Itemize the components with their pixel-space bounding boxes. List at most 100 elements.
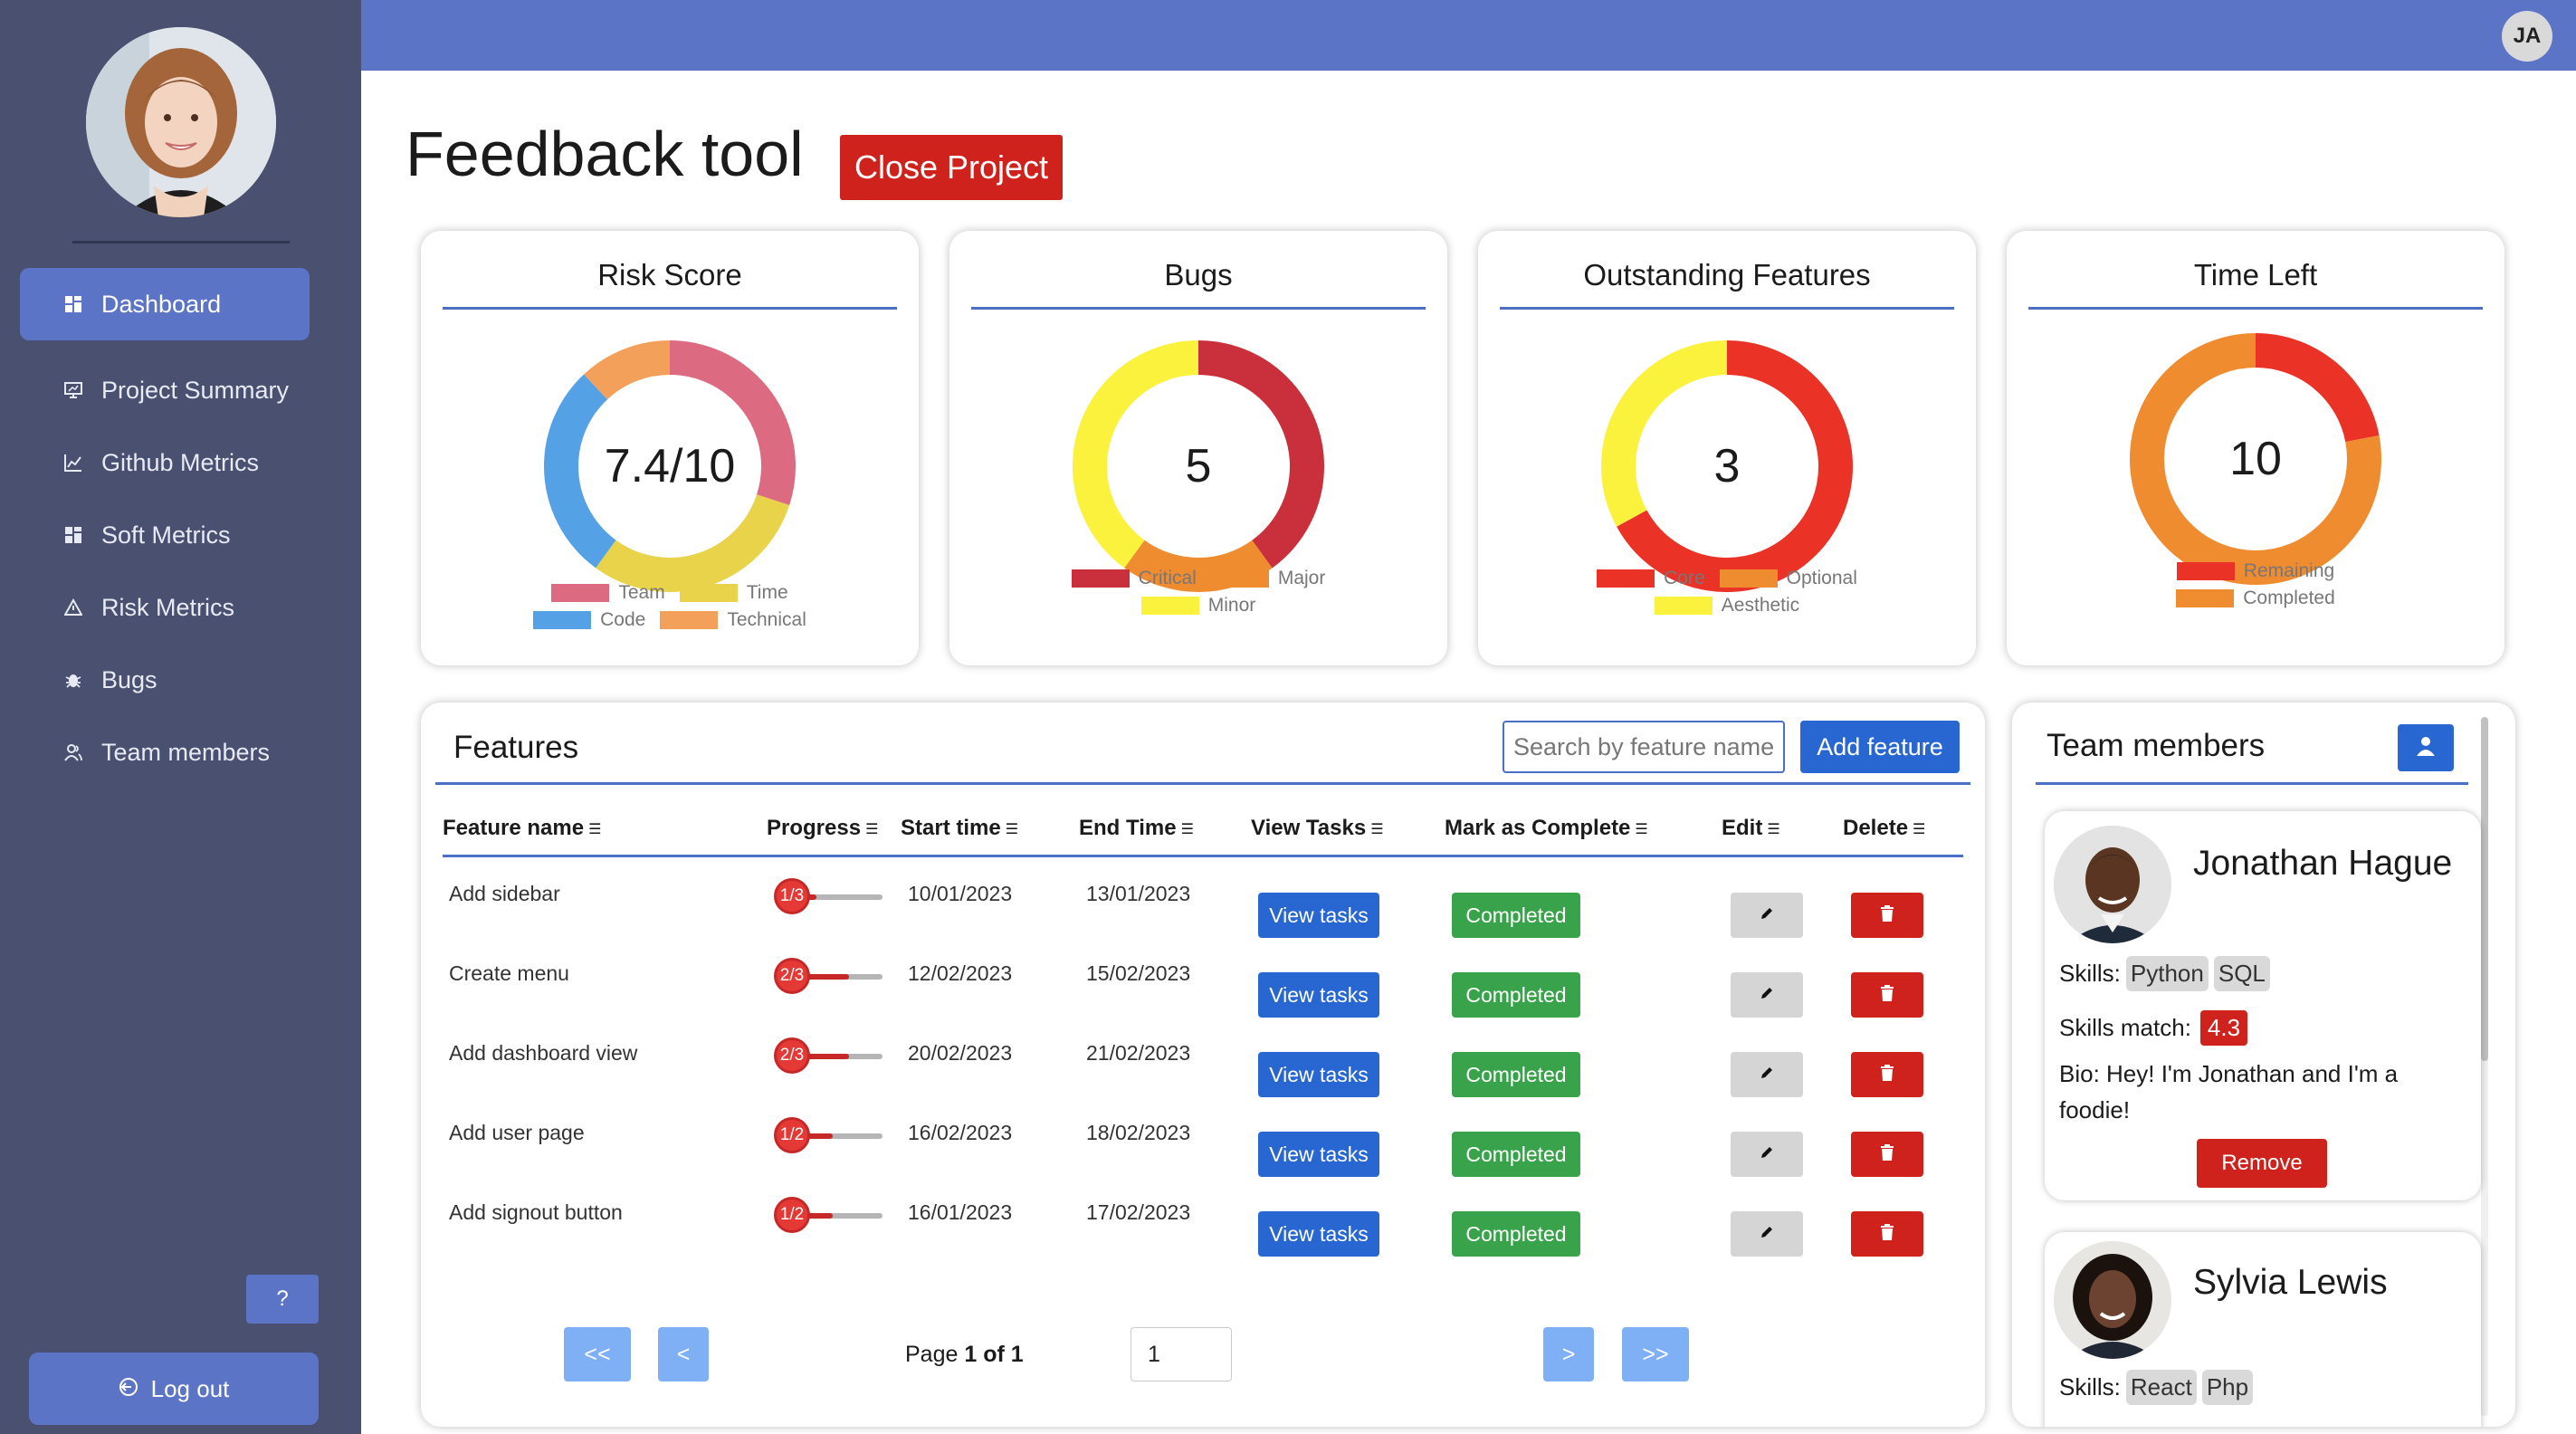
- feature-name: Create menu: [449, 961, 569, 985]
- col-header-view-tasks[interactable]: View Tasks ☰: [1251, 816, 1384, 841]
- legend-item: Technical: [660, 609, 806, 631]
- end-time: 15/02/2023: [1086, 961, 1191, 985]
- first-page-button[interactable]: <<: [564, 1327, 631, 1381]
- member-skills: Skills: React Php: [2059, 1370, 2254, 1405]
- mark-complete-button[interactable]: Completed: [1452, 1132, 1580, 1177]
- sidebar-item-label: Github Metrics: [101, 448, 260, 476]
- progress-indicator: 1/2: [774, 1117, 884, 1153]
- logout-button[interactable]: Log out: [29, 1353, 319, 1425]
- start-time: 16/01/2023: [908, 1200, 1013, 1224]
- legend-item: Completed: [2176, 588, 2335, 609]
- edit-button[interactable]: [1731, 893, 1803, 938]
- legend-item: Minor: [1140, 595, 1255, 617]
- delete-button[interactable]: [1851, 1211, 1923, 1257]
- edit-button[interactable]: [1731, 1211, 1803, 1257]
- end-time: 17/02/2023: [1086, 1200, 1191, 1224]
- col-header-feature-name[interactable]: Feature name ☰: [443, 816, 601, 841]
- sidebar-item-label: Team members: [101, 738, 271, 766]
- close-project-button[interactable]: Close Project: [840, 135, 1063, 200]
- trash-icon: [1879, 984, 1895, 1007]
- legend-item: Code: [533, 609, 645, 631]
- delete-button[interactable]: [1851, 1052, 1923, 1097]
- col-header-edit[interactable]: Edit ☰: [1722, 816, 1780, 841]
- progress-badge: 1/2: [774, 1197, 810, 1233]
- sidebar-item-risk-metrics[interactable]: Risk Metrics: [20, 571, 310, 644]
- mark-complete-button[interactable]: Completed: [1452, 1211, 1580, 1257]
- user-avatar[interactable]: JA: [2502, 11, 2552, 62]
- features-divider: [435, 782, 1970, 785]
- prev-page-button[interactable]: <: [658, 1327, 709, 1381]
- sidebar-item-label: Dashboard: [101, 290, 222, 318]
- last-page-button[interactable]: >>: [1622, 1327, 1689, 1381]
- page-number-input[interactable]: 1: [1131, 1327, 1232, 1381]
- remove-member-button[interactable]: Remove: [2197, 1139, 2327, 1188]
- table-header-divider: [443, 855, 1963, 857]
- sort-icon: ☰: [1635, 821, 1648, 837]
- logout-label: Log out: [150, 1374, 230, 1402]
- sidebar-item-team-members[interactable]: Team members: [20, 716, 310, 789]
- profile-avatar[interactable]: [86, 27, 276, 217]
- edit-button[interactable]: [1731, 972, 1803, 1018]
- sidebar: Dashboard Project Summary Github Metrics…: [0, 0, 361, 1434]
- sidebar-item-bugs[interactable]: Bugs: [20, 644, 310, 716]
- add-feature-button[interactable]: Add feature: [1800, 721, 1960, 773]
- col-header-delete[interactable]: Delete ☰: [1843, 816, 1925, 841]
- sidebar-item-github-metrics[interactable]: Github Metrics: [20, 426, 310, 499]
- view-tasks-button[interactable]: View tasks: [1258, 1052, 1379, 1097]
- outstanding-features-value: 3: [1713, 440, 1741, 492]
- legend-item: Critical: [1071, 568, 1197, 589]
- sidebar-item-project-summary[interactable]: Project Summary: [20, 354, 310, 426]
- sort-icon: ☰: [1370, 821, 1384, 837]
- help-button[interactable]: ?: [246, 1275, 319, 1324]
- start-time: 12/02/2023: [908, 961, 1013, 985]
- features-title: Features: [453, 730, 579, 765]
- member-card: Jonathan Hague Skills: Python SQL Skills…: [2045, 811, 2481, 1200]
- team-divider: [2036, 782, 2468, 785]
- team-scrollbar-thumb[interactable]: [2481, 717, 2488, 1061]
- legend-item: Time: [679, 582, 788, 604]
- view-tasks-button[interactable]: View tasks: [1258, 893, 1379, 938]
- progress-indicator: 1/2: [774, 1197, 884, 1233]
- add-member-button[interactable]: [2398, 724, 2454, 771]
- member-name: Sylvia Lewis: [2193, 1263, 2388, 1302]
- col-header-mark-complete[interactable]: Mark as Complete ☰: [1445, 816, 1648, 841]
- user-add-icon: [2414, 734, 2438, 762]
- progress-indicator: 2/3: [774, 1037, 884, 1074]
- next-page-button[interactable]: >: [1543, 1327, 1594, 1381]
- view-tasks-button[interactable]: View tasks: [1258, 1132, 1379, 1177]
- page-indicator: Page 1 of 1: [905, 1342, 1024, 1367]
- start-time: 16/02/2023: [908, 1121, 1013, 1144]
- mark-complete-button[interactable]: Completed: [1452, 972, 1580, 1018]
- mark-complete-button[interactable]: Completed: [1452, 893, 1580, 938]
- outstanding-features-legend: Core Optional Aesthetic: [1478, 568, 1976, 622]
- view-tasks-button[interactable]: View tasks: [1258, 1211, 1379, 1257]
- skills-match-badge: 4.3: [2199, 1010, 2248, 1046]
- outstanding-features-card: Outstanding Features 3 Core Optional Aes…: [1478, 231, 1976, 665]
- progress-badge: 1/3: [774, 878, 810, 914]
- member-skills: Skills: Python SQL: [2059, 956, 2270, 991]
- view-tasks-button[interactable]: View tasks: [1258, 972, 1379, 1018]
- bugs-legend: Critical Major Minor: [949, 568, 1447, 622]
- pencil-icon: [1759, 1065, 1775, 1085]
- topbar: JA: [361, 0, 2576, 71]
- bugs-card: Bugs 5 Critical Major Minor: [949, 231, 1447, 665]
- edit-button[interactable]: [1731, 1052, 1803, 1097]
- delete-button[interactable]: [1851, 1132, 1923, 1177]
- feature-name: Add dashboard view: [449, 1041, 638, 1065]
- sidebar-item-soft-metrics[interactable]: Soft Metrics: [20, 499, 310, 571]
- users-icon: [63, 742, 83, 762]
- team-title: Team members: [2046, 728, 2266, 763]
- legend-item: Optional: [1719, 568, 1857, 589]
- delete-button[interactable]: [1851, 893, 1923, 938]
- col-header-end-time[interactable]: End Time ☰: [1079, 816, 1194, 841]
- col-header-start-time[interactable]: Start time ☰: [901, 816, 1018, 841]
- edit-button[interactable]: [1731, 1132, 1803, 1177]
- sidebar-item-dashboard[interactable]: Dashboard: [20, 268, 310, 340]
- sidebar-item-label: Bugs: [101, 665, 157, 693]
- feature-search-input[interactable]: [1503, 721, 1785, 773]
- mark-complete-button[interactable]: Completed: [1452, 1052, 1580, 1097]
- table-row: Add user page 1/2 16/02/2023 18/02/2023 …: [421, 1108, 1985, 1188]
- col-header-progress[interactable]: Progress ☰: [767, 816, 878, 841]
- delete-button[interactable]: [1851, 972, 1923, 1018]
- legend-item: Major: [1210, 568, 1325, 589]
